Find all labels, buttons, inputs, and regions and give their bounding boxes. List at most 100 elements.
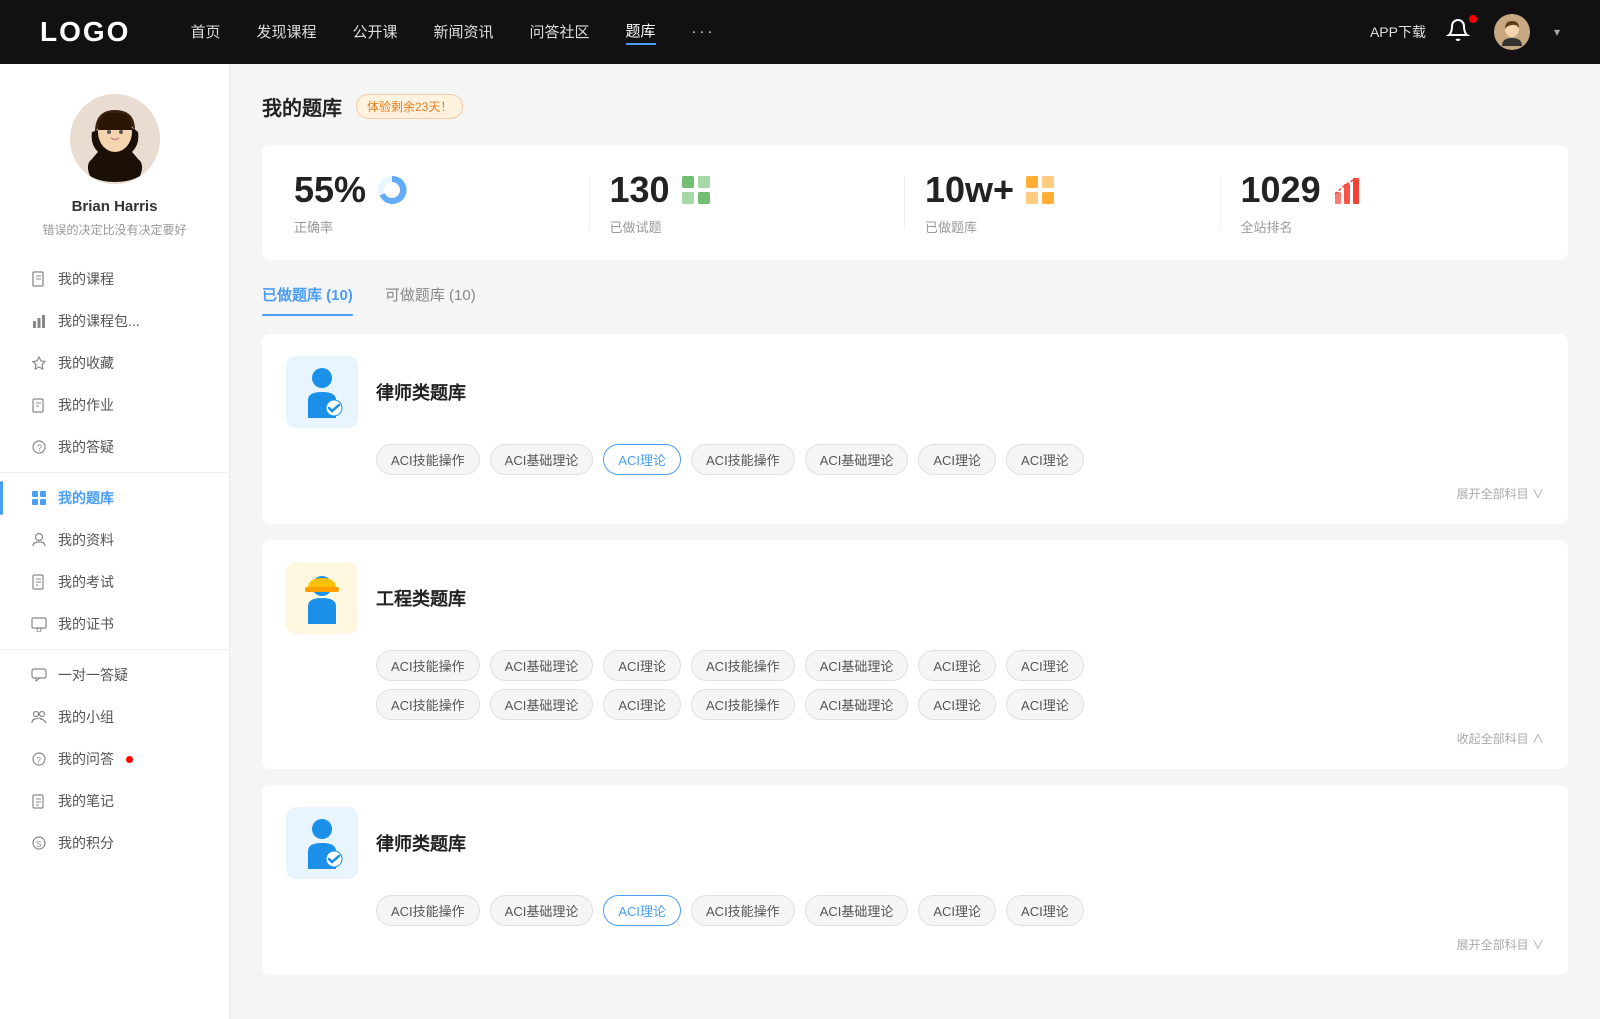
sidebar-item-profile[interactable]: 我的资料 bbox=[0, 519, 229, 561]
sidebar-item-group[interactable]: 我的小组 bbox=[0, 696, 229, 738]
tag-1-3[interactable]: ACI技能操作 bbox=[691, 444, 795, 475]
tag-3-4[interactable]: ACI基础理论 bbox=[805, 895, 909, 926]
sidebar-item-exam[interactable]: 我的考试 bbox=[0, 561, 229, 603]
qa-notification-dot bbox=[126, 756, 133, 763]
sidebar-item-my-course[interactable]: 我的课程 bbox=[0, 258, 229, 300]
sidebar-item-qbank[interactable]: 我的题库 bbox=[0, 477, 229, 519]
sidebar-item-qa-mine[interactable]: ? 我的答疑 bbox=[0, 426, 229, 468]
sidebar-item-favorites-label: 我的收藏 bbox=[58, 353, 114, 373]
nav-qbank[interactable]: 题库 bbox=[626, 20, 656, 45]
stat-rank-label: 全站排名 bbox=[1241, 217, 1293, 236]
tag-2-6[interactable]: ACI理论 bbox=[1006, 650, 1084, 681]
bar-chart-icon bbox=[30, 312, 48, 330]
nav-discover[interactable]: 发现课程 bbox=[256, 21, 316, 44]
navbar-right: APP下载 ▾ bbox=[1370, 14, 1560, 50]
stat-top: 55% bbox=[294, 169, 408, 211]
qbank-icon-lawyer-3 bbox=[286, 807, 358, 879]
pie-chart-icon bbox=[376, 174, 408, 206]
app-download-link[interactable]: APP下载 bbox=[1370, 22, 1426, 42]
tag-3-3[interactable]: ACI技能操作 bbox=[691, 895, 795, 926]
avatar-chevron[interactable]: ▾ bbox=[1554, 25, 1560, 39]
tag-3-5[interactable]: ACI理论 bbox=[918, 895, 996, 926]
stat-top2: 130 bbox=[610, 169, 712, 211]
stat-top3: 10w+ bbox=[925, 169, 1056, 211]
sidebar-item-course-pack-label: 我的课程包... bbox=[58, 311, 140, 331]
main-layout: Brian Harris 错误的决定比没有决定要好 我的课程 我的课程包... bbox=[0, 64, 1600, 1019]
nav-open-course[interactable]: 公开课 bbox=[352, 21, 397, 44]
tag-3-1[interactable]: ACI基础理论 bbox=[490, 895, 594, 926]
group-icon bbox=[30, 708, 48, 726]
notification-bell[interactable] bbox=[1446, 18, 1474, 46]
sidebar-item-notes[interactable]: 我的笔记 bbox=[0, 780, 229, 822]
sidebar-item-my-qa-label: 我的问答 bbox=[58, 749, 114, 769]
nav-links: 首页 发现课程 公开课 新闻资讯 问答社区 题库 ··· bbox=[190, 20, 1370, 45]
notification-badge bbox=[1469, 15, 1477, 23]
tag-2r2-3[interactable]: ACI技能操作 bbox=[691, 689, 795, 720]
nav-home[interactable]: 首页 bbox=[190, 21, 220, 44]
qbank-name-2: 工程类题库 bbox=[376, 585, 466, 611]
tag-2r2-6[interactable]: ACI理论 bbox=[1006, 689, 1084, 720]
question-icon: ? bbox=[30, 438, 48, 456]
tag-1-2[interactable]: ACI理论 bbox=[603, 444, 681, 475]
sidebar-item-qa-label: 我的答疑 bbox=[58, 437, 114, 457]
tag-1-1[interactable]: ACI基础理论 bbox=[490, 444, 594, 475]
sidebar-item-1on1[interactable]: 一对一答疑 bbox=[0, 654, 229, 696]
tag-2r2-5[interactable]: ACI理论 bbox=[918, 689, 996, 720]
qbank-header-3: 律师类题库 bbox=[286, 807, 1544, 879]
qbank-card-3: 律师类题库 ACI技能操作 ACI基础理论 ACI理论 ACI技能操作 ACI基… bbox=[262, 785, 1568, 975]
tab-available-banks[interactable]: 可做题库 (10) bbox=[385, 284, 476, 315]
sidebar-item-homework-label: 我的作业 bbox=[58, 395, 114, 415]
stat-done-banks-label: 已做题库 bbox=[925, 217, 977, 236]
qbank-name-1: 律师类题库 bbox=[376, 379, 466, 405]
page-title: 我的题库 bbox=[262, 92, 342, 121]
sidebar-item-course-pack[interactable]: 我的课程包... bbox=[0, 300, 229, 342]
sidebar-item-favorites[interactable]: 我的收藏 bbox=[0, 342, 229, 384]
tag-2r2-0[interactable]: ACI技能操作 bbox=[376, 689, 480, 720]
tab-done-banks[interactable]: 已做题库 (10) bbox=[262, 284, 353, 315]
stat-done-questions: 130 已做试题 bbox=[590, 169, 906, 236]
sidebar-item-homework[interactable]: 我的作业 bbox=[0, 384, 229, 426]
avatar[interactable] bbox=[1494, 14, 1530, 50]
svg-text:S: S bbox=[36, 840, 41, 849]
sidebar-item-cert[interactable]: 我的证书 bbox=[0, 603, 229, 645]
tag-2-2[interactable]: ACI理论 bbox=[603, 650, 681, 681]
svg-text:?: ? bbox=[37, 756, 42, 765]
stat-done-banks: 10w+ 已做题库 bbox=[905, 169, 1221, 236]
qbank-tags-3: ACI技能操作 ACI基础理论 ACI理论 ACI技能操作 ACI基础理论 AC… bbox=[376, 895, 1544, 926]
sidebar-motto: 错误的决定比没有决定要好 bbox=[26, 221, 202, 238]
tag-1-5[interactable]: ACI理论 bbox=[918, 444, 996, 475]
stat-rank: 1029 全站排名 bbox=[1221, 169, 1537, 236]
qbank-expand-3[interactable]: 展开全部科目 ∨ bbox=[286, 936, 1544, 953]
tag-2-5[interactable]: ACI理论 bbox=[918, 650, 996, 681]
stat-accuracy: 55% 正确率 bbox=[294, 169, 590, 236]
qbank-expand-1[interactable]: 展开全部科目 ∨ bbox=[286, 485, 1544, 502]
doc-icon bbox=[30, 270, 48, 288]
page-header: 我的题库 体验剩余23天！ bbox=[262, 92, 1568, 121]
tag-2-4[interactable]: ACI基础理论 bbox=[805, 650, 909, 681]
grid-orange-icon bbox=[1024, 174, 1056, 206]
tag-2r2-2[interactable]: ACI理论 bbox=[603, 689, 681, 720]
sidebar-item-points[interactable]: S 我的积分 bbox=[0, 822, 229, 864]
sidebar-item-my-qa[interactable]: ? 我的问答 bbox=[0, 738, 229, 780]
tag-1-4[interactable]: ACI基础理论 bbox=[805, 444, 909, 475]
tag-2-3[interactable]: ACI技能操作 bbox=[691, 650, 795, 681]
tag-2r2-4[interactable]: ACI基础理论 bbox=[805, 689, 909, 720]
tag-1-6[interactable]: ACI理论 bbox=[1006, 444, 1084, 475]
stat-done-questions-label: 已做试题 bbox=[610, 217, 662, 236]
sidebar: Brian Harris 错误的决定比没有决定要好 我的课程 我的课程包... bbox=[0, 64, 230, 1019]
sidebar-item-cert-label: 我的证书 bbox=[58, 614, 114, 634]
nav-qa[interactable]: 问答社区 bbox=[530, 21, 590, 44]
tag-1-0[interactable]: ACI技能操作 bbox=[376, 444, 480, 475]
tag-2-1[interactable]: ACI基础理论 bbox=[490, 650, 594, 681]
navbar: LOGO 首页 发现课程 公开课 新闻资讯 问答社区 题库 ··· APP下载 bbox=[0, 0, 1600, 64]
cert-icon bbox=[30, 615, 48, 633]
tag-3-6[interactable]: ACI理论 bbox=[1006, 895, 1084, 926]
qbank-tags-2-row1: ACI技能操作 ACI基础理论 ACI理论 ACI技能操作 ACI基础理论 AC… bbox=[376, 650, 1544, 681]
tag-3-2[interactable]: ACI理论 bbox=[603, 895, 681, 926]
nav-more[interactable]: ··· bbox=[692, 23, 716, 42]
tag-2r2-1[interactable]: ACI基础理论 bbox=[490, 689, 594, 720]
nav-news[interactable]: 新闻资讯 bbox=[434, 21, 494, 44]
tag-2-0[interactable]: ACI技能操作 bbox=[376, 650, 480, 681]
qbank-expand-2[interactable]: 收起全部科目 ∧ bbox=[286, 730, 1544, 747]
tag-3-0[interactable]: ACI技能操作 bbox=[376, 895, 480, 926]
